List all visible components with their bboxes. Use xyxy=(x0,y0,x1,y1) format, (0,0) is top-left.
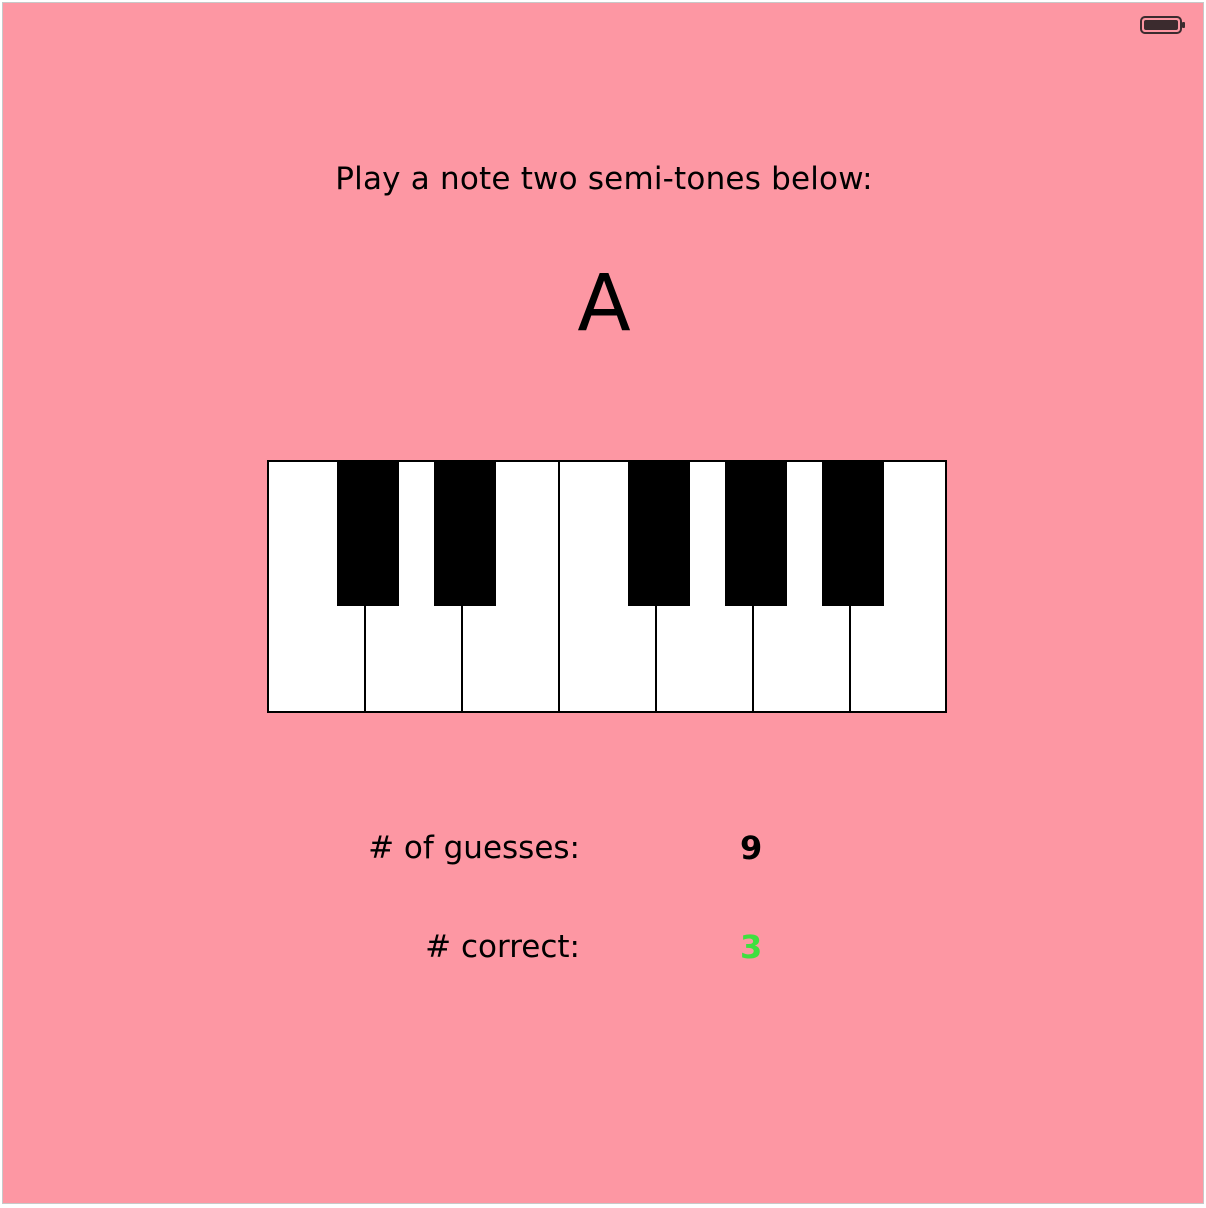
app-screen: Play a note two semi-tones below: A # of… xyxy=(2,2,1204,1204)
piano-keyboard xyxy=(267,460,947,713)
correct-count: 3 xyxy=(740,928,763,966)
correct-label: # correct: xyxy=(425,929,580,965)
instruction-text: Play a note two semi-tones below: xyxy=(335,161,873,197)
black-key-3[interactable] xyxy=(628,462,690,606)
black-key-2[interactable] xyxy=(434,462,496,606)
guesses-label: # of guesses: xyxy=(368,830,580,866)
black-key-5[interactable] xyxy=(822,462,884,606)
target-note: A xyxy=(577,259,631,349)
black-key-4[interactable] xyxy=(725,462,787,606)
battery-icon xyxy=(1140,16,1185,34)
guesses-count: 9 xyxy=(740,829,763,867)
black-key-1[interactable] xyxy=(337,462,399,606)
